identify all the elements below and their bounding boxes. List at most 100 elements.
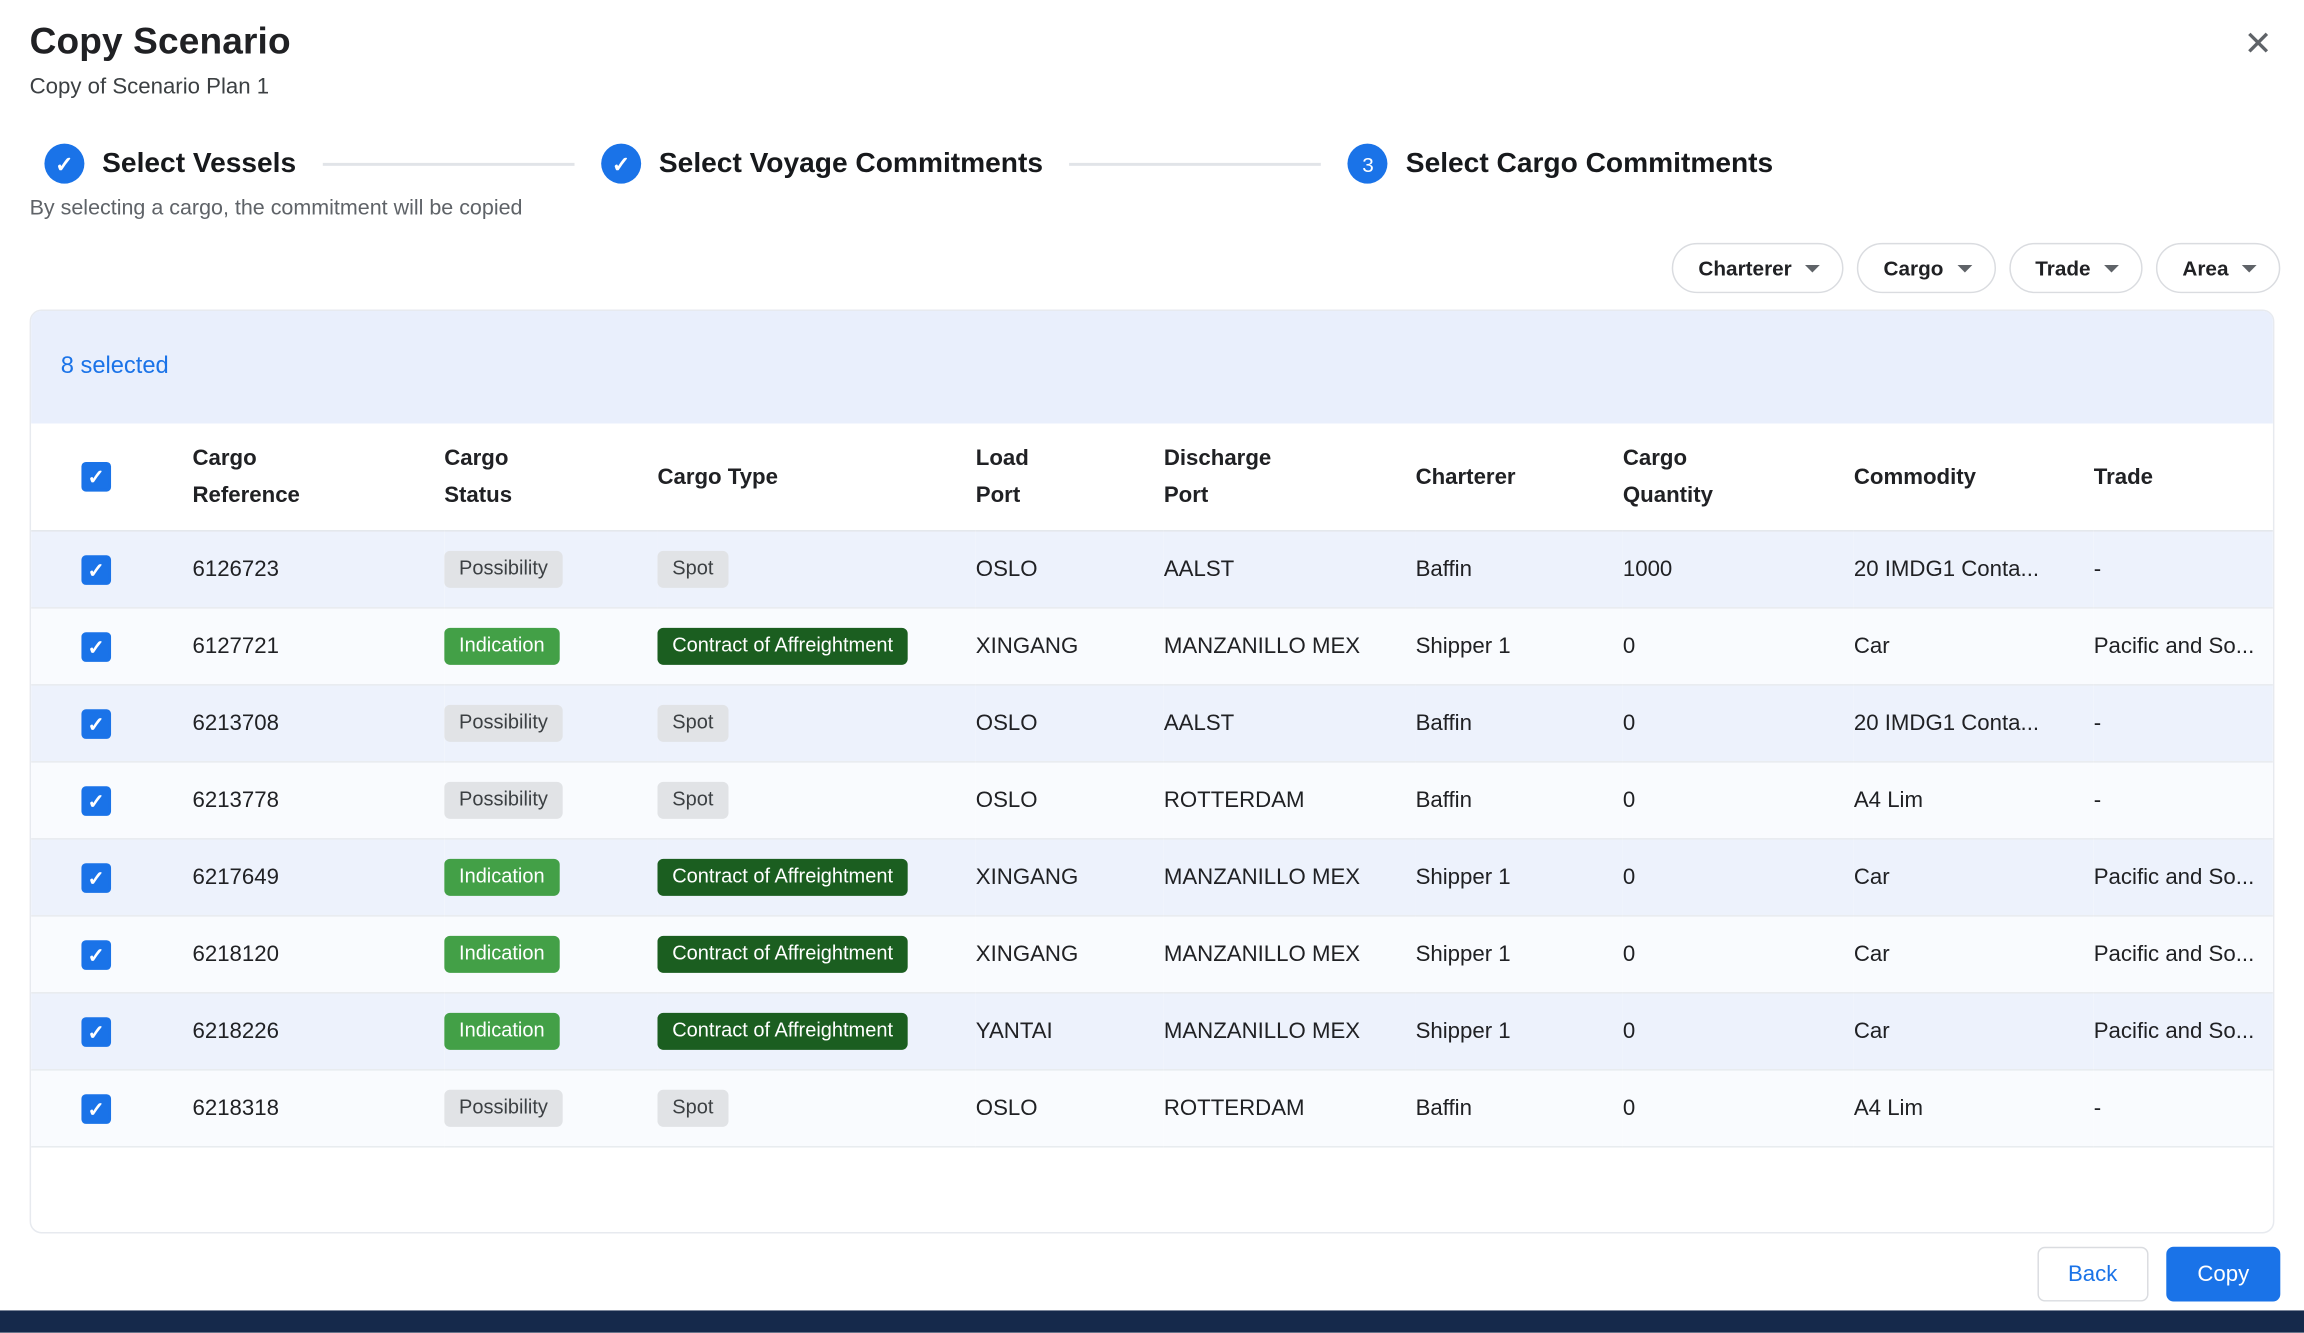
cell-cargo-type: Contract of Affreightment [657,993,975,1070]
status-badge: Possibility [444,782,563,819]
table-row[interactable]: ✓ 6126723 Possibility Spot OSLO AALST Ba… [31,531,2273,608]
row-checkbox[interactable]: ✓ [81,940,111,970]
row-checkbox[interactable]: ✓ [81,555,111,585]
step-number: 3 [1362,152,1374,176]
step-select-cargo-commitments[interactable]: 3 Select Cargo Commitments [1348,144,1773,184]
back-button[interactable]: Back [2037,1247,2149,1302]
dialog-header: Copy Scenario Copy of Scenario Plan 1 ✕ [0,0,2304,99]
row-checkbox[interactable]: ✓ [81,1094,111,1124]
row-checkbox[interactable]: ✓ [81,786,111,816]
step-complete-icon: ✓ [601,144,641,184]
cell-cargo-status: Indication [444,993,657,1070]
cell-cargo-type: Spot [657,531,975,608]
cell-discharge-port: MANZANILLO MEX [1164,993,1416,1070]
selection-count: 8 selected [61,354,169,381]
row-checkbox[interactable]: ✓ [81,863,111,893]
cell-cargo-reference: 6218120 [192,916,444,993]
check-icon: ✓ [88,790,105,811]
cell-cargo-quantity: 1000 [1623,531,1854,608]
row-checkbox[interactable]: ✓ [81,632,111,662]
filter-area[interactable]: Area [2156,243,2281,293]
cell-cargo-status: Possibility [444,685,657,762]
cell-discharge-port: ROTTERDAM [1164,1070,1416,1147]
dialog-title: Copy Scenario [30,21,2275,64]
filter-label: Area [2182,256,2228,280]
cell-discharge-port: MANZANILLO MEX [1164,916,1416,993]
cell-cargo-quantity: 0 [1623,993,1854,1070]
bottom-bar [0,1310,2304,1332]
filter-charterer[interactable]: Charterer [1672,243,1844,293]
cargo-type-badge: Contract of Affreightment [657,628,907,665]
col-cargo-quantity: Cargo Quantity [1623,423,1854,530]
cell-load-port: XINGANG [976,608,1164,685]
select-all-checkbox[interactable]: ✓ [81,462,111,492]
cell-load-port: OSLO [976,1070,1164,1147]
cell-trade: Pacific and So... [2094,993,2273,1070]
step-connector [323,162,575,165]
step-label: Select Voyage Commitments [659,147,1043,180]
status-badge: Indication [444,936,559,973]
filter-bar: Charterer Cargo Trade Area [0,243,2280,293]
table-header-row: ✓ Cargo Reference Cargo Status Cargo Typ… [31,423,2273,530]
cell-cargo-type: Contract of Affreightment [657,839,975,916]
row-checkbox[interactable]: ✓ [81,1017,111,1047]
step-select-voyage-commitments[interactable]: ✓ Select Voyage Commitments [601,144,1043,184]
chevron-down-icon [2242,264,2257,271]
cell-charterer: Baffin [1416,531,1623,608]
dialog-footer: Back Copy [0,1247,2280,1302]
cell-trade: Pacific and So... [2094,608,2273,685]
filter-label: Trade [2035,256,2090,280]
check-icon: ✓ [88,636,105,657]
table-row[interactable]: ✓ 6127721 Indication Contract of Affreig… [31,608,2273,685]
filter-cargo[interactable]: Cargo [1857,243,1995,293]
status-badge: Indication [444,859,559,896]
cell-discharge-port: ROTTERDAM [1164,762,1416,839]
cell-cargo-quantity: 0 [1623,762,1854,839]
table-row[interactable]: ✓ 6213708 Possibility Spot OSLO AALST Ba… [31,685,2273,762]
table-row[interactable]: ✓ 6218318 Possibility Spot OSLO ROTTERDA… [31,1070,2273,1147]
copy-button[interactable]: Copy [2166,1247,2280,1302]
table-row[interactable]: ✓ 6213778 Possibility Spot OSLO ROTTERDA… [31,762,2273,839]
cell-trade: - [2094,685,2273,762]
cell-cargo-type: Spot [657,762,975,839]
cell-charterer: Shipper 1 [1416,993,1623,1070]
cell-cargo-quantity: 0 [1623,1070,1854,1147]
cell-cargo-type: Contract of Affreightment [657,608,975,685]
cell-load-port: OSLO [976,762,1164,839]
close-button[interactable]: ✕ [2233,18,2283,68]
cell-cargo-status: Indication [444,839,657,916]
cell-cargo-type: Contract of Affreightment [657,916,975,993]
step-label: Select Cargo Commitments [1406,147,1773,180]
step-connector [1070,162,1322,165]
col-cargo-reference: Cargo Reference [192,423,444,530]
step-select-vessels[interactable]: ✓ Select Vessels [44,144,296,184]
col-load-port: Load Port [976,423,1164,530]
copy-scenario-dialog: Copy Scenario Copy of Scenario Plan 1 ✕ … [0,0,2304,1333]
check-icon: ✓ [88,867,105,888]
check-icon: ✓ [88,944,105,965]
status-badge: Indication [444,1013,559,1050]
cell-commodity: Car [1854,916,2094,993]
cargo-type-badge: Spot [657,551,728,588]
check-icon: ✓ [88,1098,105,1119]
cell-charterer: Shipper 1 [1416,608,1623,685]
cell-cargo-quantity: 0 [1623,916,1854,993]
cell-load-port: OSLO [976,531,1164,608]
table-row[interactable]: ✓ 6217649 Indication Contract of Affreig… [31,839,2273,916]
cell-commodity: Car [1854,839,2094,916]
cell-cargo-status: Indication [444,916,657,993]
cell-cargo-type: Spot [657,685,975,762]
table-row[interactable]: ✓ 6218226 Indication Contract of Affreig… [31,993,2273,1070]
cell-load-port: XINGANG [976,916,1164,993]
cell-cargo-status: Possibility [444,1070,657,1147]
cell-charterer: Baffin [1416,685,1623,762]
cell-cargo-status: Possibility [444,531,657,608]
filter-label: Charterer [1698,256,1791,280]
cell-commodity: 20 IMDG1 Conta... [1854,531,2094,608]
row-checkbox[interactable]: ✓ [81,709,111,739]
check-icon: ✓ [88,713,105,734]
table-row[interactable]: ✓ 6218120 Indication Contract of Affreig… [31,916,2273,993]
filter-trade[interactable]: Trade [2009,243,2143,293]
col-cargo-type: Cargo Type [657,423,975,530]
cargo-type-badge: Contract of Affreightment [657,936,907,973]
